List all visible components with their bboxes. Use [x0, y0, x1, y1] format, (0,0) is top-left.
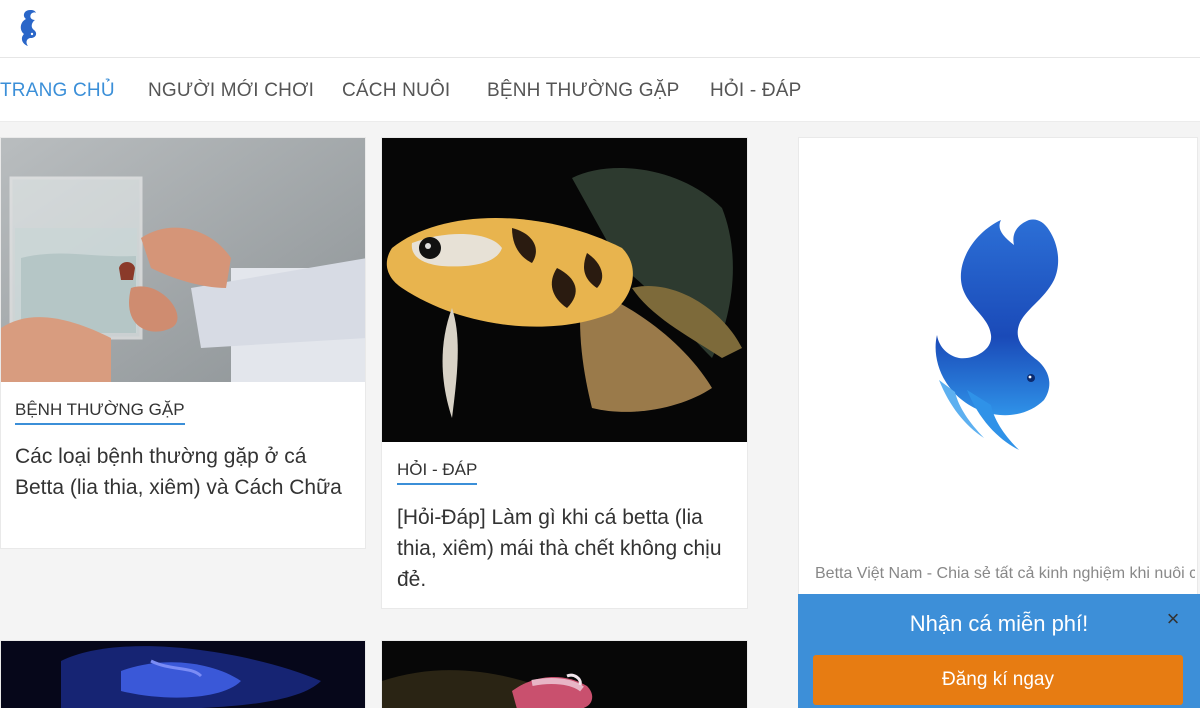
betta-vietnam-logo-icon: [935, 219, 1059, 450]
post-card[interactable]: HỎI - ĐÁP [Hỏi-Đáp] Làm gì khi cá betta …: [381, 137, 748, 609]
nav-item-beginners[interactable]: NGƯỜI MỚI CHƠI: [148, 80, 314, 102]
post-image[interactable]: [1, 138, 365, 382]
post-card[interactable]: BỆNH THƯỜNG GẶP Các loại bệnh thường gặp…: [0, 137, 366, 549]
signup-popup: Nhận cá miễn phí! × Đăng kí ngay: [798, 594, 1200, 708]
nav-item-qa[interactable]: HỎI - ĐÁP: [710, 80, 802, 102]
main-nav: TRANG CHỦ NGƯỜI MỚI CHƠI CÁCH NUÔI BỆNH …: [0, 58, 1200, 122]
post-title[interactable]: [Hỏi-Đáp] Làm gì khi cá betta (lia thia,…: [397, 502, 737, 595]
nav-item-diseases[interactable]: BỆNH THƯỜNG GẶP: [487, 80, 679, 102]
nav-item-home[interactable]: TRANG CHỦ: [0, 80, 115, 102]
site-header: [0, 0, 1200, 58]
nav-item-care[interactable]: CÁCH NUÔI: [342, 80, 450, 102]
sidebar-description: Betta Việt Nam - Chia sẻ tất cả kinh ngh…: [815, 565, 1195, 582]
post-image[interactable]: [382, 138, 747, 442]
post-image[interactable]: [1, 641, 365, 708]
post-image[interactable]: [382, 641, 747, 708]
betta-fish-logo-icon[interactable]: [14, 8, 40, 48]
post-category[interactable]: BỆNH THƯỜNG GẶP: [15, 400, 185, 425]
post-card[interactable]: [381, 640, 748, 708]
popup-title: Nhận cá miễn phí!: [909, 611, 1089, 636]
post-title[interactable]: Các loại bệnh thường gặp ở cá Betta (lia…: [15, 441, 345, 503]
register-button[interactable]: Đăng kí ngay: [813, 655, 1183, 705]
post-card[interactable]: [0, 640, 366, 708]
close-icon[interactable]: ×: [1163, 608, 1183, 630]
post-category[interactable]: HỎI - ĐÁP: [397, 460, 478, 485]
